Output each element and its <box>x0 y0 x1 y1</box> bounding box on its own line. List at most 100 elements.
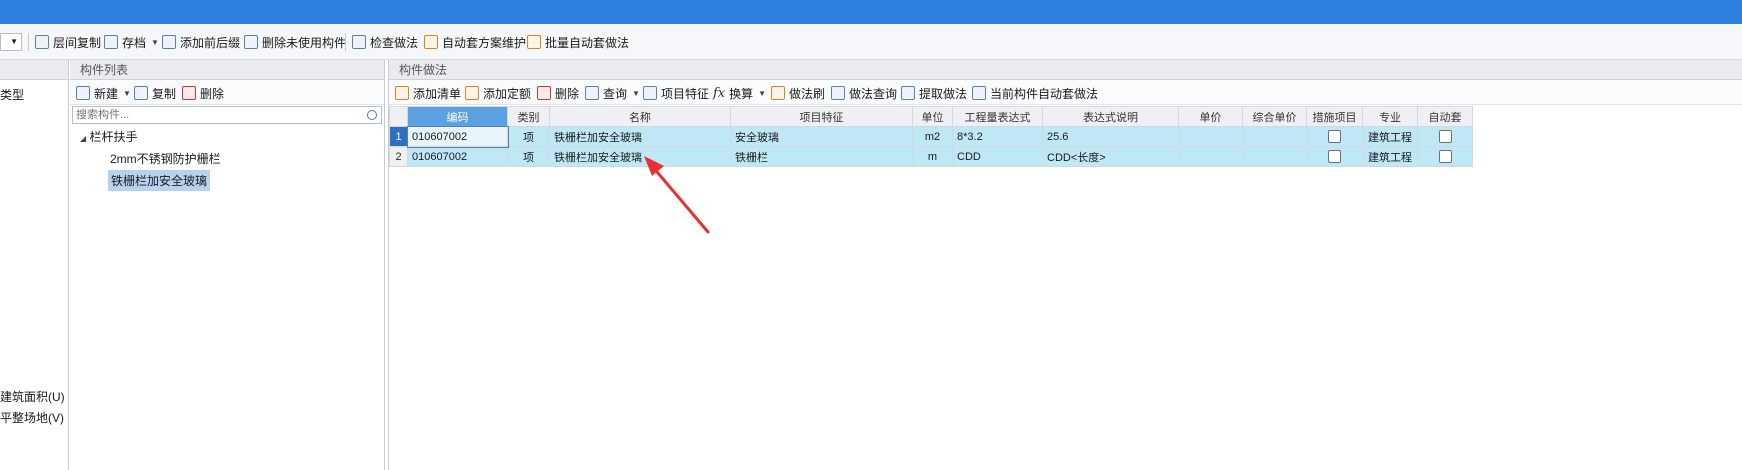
arrow-head <box>644 156 664 176</box>
auto-checkbox[interactable] <box>1438 150 1452 163</box>
unit-cell[interactable]: m2 <box>912 126 953 147</box>
measure-checkbox[interactable] <box>1328 150 1341 163</box>
convert-button[interactable]: fx 换算 ▼ <box>713 83 766 103</box>
add-prefix-suffix-label: 添加前后缀 <box>180 35 241 50</box>
annotation-arrow-icon <box>644 156 710 234</box>
extract-method-button[interactable]: 提取做法 <box>901 83 967 103</box>
row-number-header <box>389 106 408 127</box>
tree-group-railing[interactable]: ◢ 栏杆扶手 <box>80 128 138 145</box>
measure-checkbox[interactable] <box>1328 130 1341 143</box>
row-number[interactable]: 2 <box>389 146 408 167</box>
tree-item-stainless-fence[interactable]: 2mm不锈钢防护栅栏 <box>110 150 221 167</box>
arrow-shaft <box>650 164 710 234</box>
check-method-label: 检查做法 <box>370 35 419 50</box>
column-header[interactable]: 综合单价 <box>1242 106 1307 127</box>
expression-desc-cell[interactable]: CDD<长度> <box>1042 146 1179 167</box>
category-cell[interactable]: 项 <box>507 126 550 147</box>
convert-label: 换算 <box>729 86 754 101</box>
auto-apply-icon <box>972 86 986 100</box>
auto-checkbox[interactable] <box>1438 130 1452 143</box>
main-toolbar: ▼ 层间复制 存档 ▼ 添加前后缀 删除未使用构件 检查做法 自动套方案维护 批… <box>0 24 1742 60</box>
floor-dropdown[interactable]: ▼ <box>0 32 22 52</box>
project-feature-button[interactable]: 项目特征 <box>643 83 709 103</box>
type-label[interactable]: 类型 <box>0 86 24 103</box>
column-header[interactable]: 编码 <box>407 106 508 127</box>
column-header[interactable]: 项目特征 <box>730 106 913 127</box>
new-button[interactable]: 新建 ▼ <box>76 83 131 103</box>
code-cell[interactable]: 010607002 <box>407 146 508 167</box>
auto-scheme-button[interactable]: 自动套方案维护 <box>424 32 526 52</box>
project-feature-icon <box>643 86 657 100</box>
check-method-button[interactable]: 检查做法 <box>352 32 418 52</box>
feature-cell[interactable]: 铁栅栏 <box>730 146 913 167</box>
column-header[interactable]: 单位 <box>912 106 953 127</box>
method-query-button[interactable]: 做法查询 <box>831 83 897 103</box>
delete-button[interactable]: 删除 <box>182 83 224 103</box>
tree-group-label: 栏杆扶手 <box>89 130 138 144</box>
column-header[interactable]: 名称 <box>549 106 731 127</box>
extract-method-icon <box>901 86 915 100</box>
method-delete-button[interactable]: 删除 <box>537 83 579 103</box>
copy-label: 复制 <box>152 86 177 101</box>
column-header[interactable]: 措施项目 <box>1306 106 1363 127</box>
column-header[interactable]: 工程量表达式 <box>952 106 1043 127</box>
fx-icon: fx <box>713 85 726 101</box>
brush-icon <box>771 86 785 100</box>
feature-cell[interactable]: 安全玻璃 <box>730 126 913 147</box>
copy-button[interactable]: 复制 <box>134 83 176 103</box>
add-prefix-suffix-button[interactable]: 添加前后缀 <box>162 32 240 52</box>
nav-item-site-leveling[interactable]: 平整场地(V) <box>0 409 64 426</box>
category-cell[interactable]: 项 <box>507 146 550 167</box>
column-header[interactable]: 自动套 <box>1417 106 1473 127</box>
column-header[interactable]: 类别 <box>507 106 550 127</box>
collapse-triangle-icon[interactable]: ◢ <box>80 134 86 143</box>
query-button[interactable]: 查询 ▼ <box>585 83 640 103</box>
table-row[interactable]: 1 010607002 项 铁栅栏加安全玻璃 安全玻璃 m2 8*3.2 25.… <box>389 125 1473 148</box>
expression-cell[interactable]: CDD <box>952 146 1043 167</box>
table-row[interactable]: 2 010607002 项 铁栅栏加安全玻璃 铁栅栏 m CDD CDD<长度>… <box>389 146 1473 167</box>
total-price-cell[interactable] <box>1242 126 1307 147</box>
toolbar-divider <box>345 33 346 51</box>
archive-label: 存档 <box>122 35 147 50</box>
auto-apply-current-button[interactable]: 当前构件自动套做法 <box>972 83 1098 103</box>
price-cell[interactable] <box>1178 146 1243 167</box>
total-price-cell[interactable] <box>1242 146 1307 167</box>
auto-cell[interactable] <box>1417 146 1473 167</box>
add-list-label: 添加清单 <box>413 86 462 101</box>
floor-copy-button[interactable]: 层间复制 <box>35 32 101 52</box>
floor-copy-icon <box>35 35 49 49</box>
major-cell[interactable]: 建筑工程 <box>1362 146 1418 167</box>
name-cell[interactable]: 铁栅栏加安全玻璃 <box>549 126 731 147</box>
add-quota-label: 添加定额 <box>483 86 532 101</box>
code-cell[interactable]: 010607002 <box>406 125 509 148</box>
method-brush-button[interactable]: 做法刷 <box>771 83 825 103</box>
add-quota-button[interactable]: 添加定额 <box>465 83 531 103</box>
query-label: 查询 <box>603 86 628 101</box>
component-search[interactable] <box>72 106 382 124</box>
method-query-icon <box>831 86 845 100</box>
archive-button[interactable]: 存档 ▼ <box>104 32 159 52</box>
major-cell[interactable]: 建筑工程 <box>1362 126 1418 147</box>
expression-cell[interactable]: 8*3.2 <box>952 126 1043 147</box>
column-header[interactable]: 表达式说明 <box>1042 106 1179 127</box>
auto-cell[interactable] <box>1417 126 1473 147</box>
methods-toolbar: 添加清单 添加定额 删除 查询 ▼ 项目特征 fx 换算 ▼ 做法刷 做法查询 … <box>389 80 1742 105</box>
price-cell[interactable] <box>1178 126 1243 147</box>
copy-icon <box>134 86 148 100</box>
column-header[interactable]: 单价 <box>1178 106 1243 127</box>
expression-desc-cell[interactable]: 25.6 <box>1042 126 1179 147</box>
delete-unused-button[interactable]: 删除未使用构件 <box>244 32 346 52</box>
extract-method-label: 提取做法 <box>919 86 968 101</box>
delete-icon <box>182 86 196 100</box>
measure-cell[interactable] <box>1306 146 1363 167</box>
batch-auto-button[interactable]: 批量自动套做法 <box>527 32 629 52</box>
add-list-button[interactable]: 添加清单 <box>395 83 461 103</box>
component-search-input[interactable] <box>73 107 359 123</box>
column-header[interactable]: 专业 <box>1362 106 1418 127</box>
tree-item-iron-fence-glass[interactable]: 铁栅栏加安全玻璃 <box>108 170 211 191</box>
row-number[interactable]: 1 <box>389 126 408 147</box>
search-icon[interactable] <box>367 110 377 120</box>
unit-cell[interactable]: m <box>912 146 953 167</box>
measure-cell[interactable] <box>1306 126 1363 147</box>
nav-item-building-area[interactable]: 建筑面积(U) <box>0 388 65 405</box>
